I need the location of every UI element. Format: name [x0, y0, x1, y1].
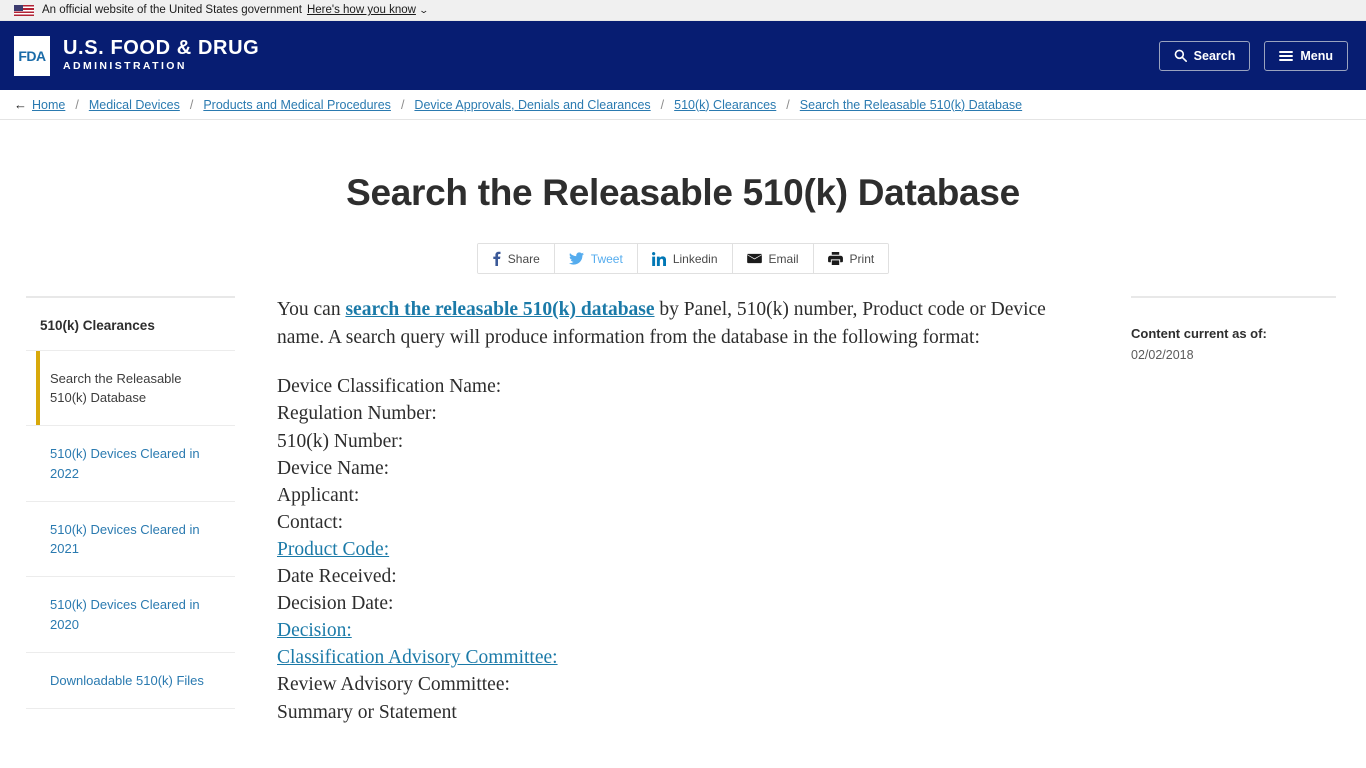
field-device-classification-name: Device Classification Name:	[277, 376, 502, 398]
breadcrumb-item-510k-clearances[interactable]: 510(k) Clearances	[674, 98, 776, 112]
record-format-field-list: Device Classification Name: Regulation N…	[277, 373, 1091, 725]
share-email-button[interactable]: Email	[732, 244, 814, 273]
breadcrumb-item-search-the-releasable-510k-database[interactable]: Search the Releasable 510(k) Database	[800, 98, 1022, 112]
breadcrumb-separator: /	[75, 97, 79, 112]
us-flag-icon	[14, 4, 34, 16]
site-header: FDA U.S. FOOD & DRUG ADMINISTRATION Sear…	[0, 21, 1366, 90]
content-current-label: Content current as of:	[1131, 326, 1267, 341]
search-button[interactable]: Search	[1158, 40, 1251, 71]
fda-logo-mark: FDA	[14, 35, 50, 76]
field-summary-or-statement: Summary or Statement	[277, 701, 457, 723]
share-linkedin-button[interactable]: Linkedin	[637, 244, 733, 273]
breadcrumb-separator: /	[400, 97, 405, 112]
breadcrumb-item-device-approvals-denials-and-clearances[interactable]: Device Approvals, Denials and Clearances	[414, 98, 650, 112]
breadcrumb-separator: /	[786, 97, 790, 112]
sidebar-item-510k-devices-cleared-in-2022[interactable]: 510(k) Devices Cleared in 2022	[26, 426, 235, 502]
usa-banner-text: An official website of the United States…	[42, 4, 302, 16]
menu-button-label: Menu	[1300, 48, 1333, 63]
field-510k-number: 510(k) Number:	[277, 430, 404, 452]
breadcrumb-item-products-and-medical-procedures[interactable]: Products and Medical Procedures	[203, 98, 391, 112]
envelope-icon	[746, 253, 762, 264]
sidebar-item-label: Search the Releasable 510(k) Database	[50, 371, 182, 406]
intro-paragraph-wrapper: You can search the releasable 510(k) dat…	[277, 296, 1091, 351]
share-facebook-label: Share	[507, 251, 540, 266]
fda-logo-title: U.S. FOOD & DRUG	[63, 37, 260, 60]
share-print-label: Print	[849, 251, 875, 266]
menu-button[interactable]: Menu	[1264, 40, 1348, 71]
header-actions: Search Menu	[1158, 40, 1348, 71]
sidebar-item-label: 510(k) Devices Cleared in 2021	[50, 521, 200, 557]
main-content: You can search the releasable 510(k) dat…	[235, 296, 1131, 726]
share-email-label: Email	[768, 251, 799, 266]
sidebar-item-label: Downloadable 510(k) Files	[50, 672, 204, 688]
share-twitter-button[interactable]: Tweet	[554, 244, 638, 273]
field-contact: Contact:	[277, 511, 344, 533]
share-linkedin-label: Linkedin	[672, 251, 718, 266]
heres-how-you-know-label: Here's how you know	[306, 4, 416, 16]
hamburger-icon	[1279, 50, 1294, 62]
field-applicant: Applicant:	[277, 484, 360, 506]
content-current-date: 02/02/2018	[1131, 348, 1194, 362]
right-column: Content current as of: 02/02/2018	[1131, 296, 1366, 726]
usa-official-banner: An official website of the United States…	[0, 0, 1366, 21]
field-date-received: Date Received:	[277, 566, 397, 588]
fda-logo[interactable]: FDA U.S. FOOD & DRUG ADMINISTRATION	[14, 35, 260, 76]
breadcrumb-separator: /	[660, 97, 665, 112]
printer-icon	[827, 252, 843, 265]
field-regulation-number: Regulation Number:	[277, 403, 437, 425]
content-current-block: Content current as of: 02/02/2018	[1131, 296, 1336, 362]
share-facebook-button[interactable]: Share	[477, 244, 555, 273]
share-bar: Share Tweet Linkedin Email Print	[476, 243, 890, 274]
search-icon	[1174, 49, 1187, 62]
twitter-icon	[568, 252, 584, 265]
fda-logo-mark-text: FDA	[18, 47, 46, 64]
breadcrumb-item-medical-devices[interactable]: Medical Devices	[89, 98, 180, 112]
left-column: 510(k) Clearances Search the Releasable …	[0, 296, 235, 726]
breadcrumb-back-arrow-icon: ←	[14, 97, 27, 112]
breadcrumb-separator: /	[189, 97, 194, 112]
search-button-label: Search	[1193, 48, 1236, 63]
sidebar-item-label: 510(k) Devices Cleared in 2022	[50, 446, 200, 481]
linkedin-icon	[651, 251, 666, 266]
section-nav: 510(k) Clearances Search the Releasable …	[26, 296, 235, 710]
fda-logo-subtitle: ADMINISTRATION	[63, 59, 187, 72]
share-twitter-label: Tweet	[590, 251, 623, 266]
sidebar-item-label: 510(k) Devices Cleared in 2020	[50, 597, 200, 632]
section-nav-title: 510(k) Clearances	[26, 298, 235, 351]
search-releasable-510k-database-link[interactable]: search the releasable 510(k) database	[345, 299, 654, 320]
field-decision-link[interactable]: Decision:	[277, 617, 352, 644]
sidebar-item-search-the-releasable-510k-database[interactable]: Search the Releasable 510(k) Database	[26, 351, 235, 427]
chevron-down-icon: ⌄	[418, 5, 429, 15]
heres-how-you-know-link[interactable]: Here's how you know ⌄	[306, 4, 429, 16]
page-layout: 510(k) Clearances Search the Releasable …	[0, 274, 1366, 726]
breadcrumb: ← Home / Medical Devices / Products and …	[0, 90, 1366, 120]
share-row: Share Tweet Linkedin Email Print	[0, 243, 1366, 274]
field-classification-advisory-committee-link[interactable]: Classification Advisory Committee:	[277, 644, 558, 671]
page-title: Search the Releasable 510(k) Database	[346, 172, 1020, 213]
field-device-name: Device Name:	[277, 457, 390, 479]
facebook-icon	[492, 251, 501, 266]
field-decision-date: Decision Date:	[277, 593, 394, 615]
field-review-advisory-committee: Review Advisory Committee:	[277, 674, 510, 696]
share-print-button[interactable]: Print	[813, 244, 889, 273]
breadcrumb-item-home[interactable]: Home	[32, 98, 65, 112]
sidebar-item-510k-devices-cleared-in-2021[interactable]: 510(k) Devices Cleared in 2021	[26, 502, 235, 578]
sidebar-item-downloadable-510k-files[interactable]: Downloadable 510(k) Files	[26, 653, 235, 710]
intro-lead-text: You can	[277, 299, 346, 320]
intro-paragraph: You can search the releasable 510(k) dat…	[277, 296, 1091, 351]
field-product-code-link[interactable]: Product Code:	[277, 536, 389, 563]
sidebar-item-510k-devices-cleared-in-2020[interactable]: 510(k) Devices Cleared in 2020	[26, 577, 235, 653]
